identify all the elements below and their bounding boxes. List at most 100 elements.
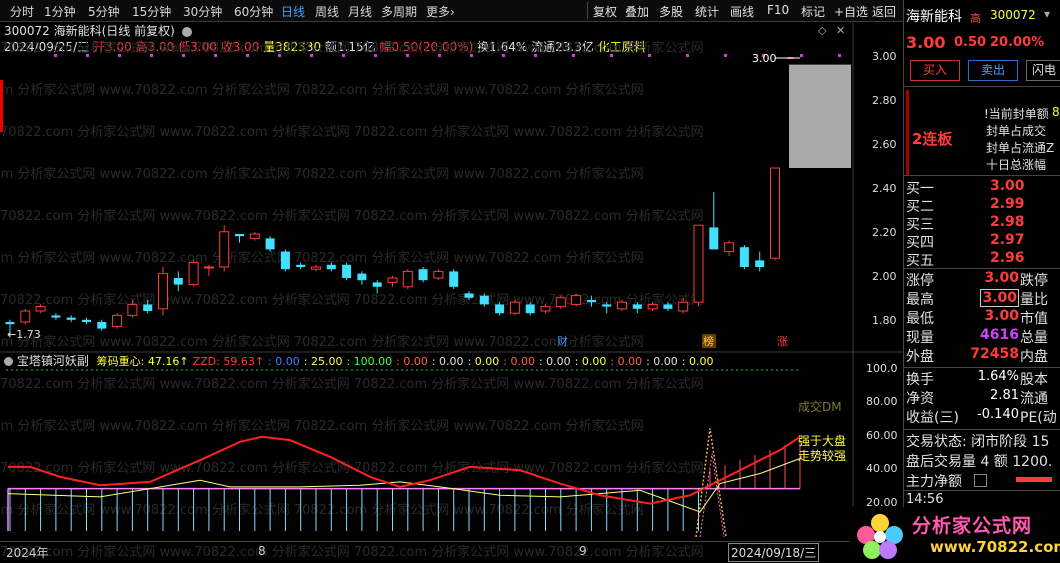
candle-body: [509, 301, 520, 314]
candle-body: [280, 251, 290, 270]
dropdown-icon[interactable]: ▾: [1044, 7, 1050, 21]
restore-rights-button[interactable]: 复权: [593, 3, 617, 20]
stat-row: 外盘 72458 内盘: [904, 346, 1060, 365]
stat2-value: 2.81: [990, 388, 1019, 403]
bid-label: 买三: [906, 217, 934, 233]
kline-chart[interactable]: 70822.com 分析家公式网 www.70822.com 分析家公式网 70…: [0, 22, 903, 562]
stock-code: 300072: [990, 8, 1036, 22]
watermark-text: 70822.com 分析家公式网 www.70822.com 分析家公式网 70…: [0, 292, 704, 308]
expand-icon[interactable]: [974, 474, 987, 487]
candle-body: [617, 301, 627, 310]
draw-button[interactable]: 画线: [730, 3, 754, 20]
marker-dot: [838, 54, 841, 57]
tick-time: 14:56: [906, 492, 944, 507]
stock-high-tag: 高: [970, 12, 981, 25]
tab-more[interactable]: 更多›: [426, 3, 455, 20]
indicator-axis-label: 80.00: [866, 395, 898, 409]
stat2-value: 1.64%: [977, 369, 1019, 384]
bid-price: 2.99: [990, 196, 1025, 212]
stat-label: 最高: [906, 292, 934, 308]
candle-body: [555, 297, 566, 308]
candle-body: [495, 304, 505, 314]
bid-row[interactable]: 买四 2.97: [904, 232, 1060, 251]
bid-row[interactable]: 买一 3.00: [904, 178, 1060, 197]
board-item-3: 封单占流通Z: [986, 141, 1055, 155]
watermark-text: 70822.com 分析家公式网 www.70822.com 分析家公式网 70…: [0, 250, 644, 266]
stat-right-label: 内盘: [1020, 349, 1048, 365]
stat-row: 最低 3.00 市值: [904, 308, 1060, 327]
marker-dot: [246, 54, 249, 57]
stat2-row: 净资 2.81 流通: [904, 388, 1060, 407]
candle-body: [20, 310, 31, 323]
marker-dot: [310, 54, 313, 57]
candle-body: [203, 266, 214, 269]
indicator-settings-icon[interactable]: [4, 357, 13, 366]
period-toolbar: 分时 1分钟 5分钟 15分钟 30分钟 60分钟 日线 周线 月线 多周期 更…: [0, 0, 1060, 22]
stat-value: 3.00: [980, 289, 1019, 307]
candle-body: [372, 282, 382, 287]
tab-timeshare[interactable]: 分时: [10, 3, 34, 20]
site-logo: 分析家公式网 www.70822.com: [850, 507, 1060, 562]
indicator-axis: 100.0 80.00 60.00 40.00 20.00: [860, 0, 900, 562]
candle-body: [265, 238, 275, 250]
time-start: 2024年: [6, 546, 49, 560]
marker-dot: [406, 54, 409, 57]
marker-dot: [534, 54, 537, 57]
marker-dot: [214, 54, 217, 57]
bid-row[interactable]: 买三 2.98: [904, 214, 1060, 233]
watermark-text: 70822.com 分析家公式网 www.70822.com 分析家公式网 70…: [0, 40, 704, 56]
bid-price: 2.98: [990, 214, 1025, 230]
candle-body: [173, 278, 183, 285]
candle-body: [449, 271, 459, 287]
mark-button[interactable]: 标记: [801, 3, 825, 20]
watermark-text: 70822.com 分析家公式网 www.70822.com 分析家公式网 70…: [0, 502, 644, 518]
board-label: 2连板: [912, 130, 953, 148]
candle-body: [311, 266, 321, 270]
candle-body: [127, 303, 138, 316]
tab-daily[interactable]: 日线: [281, 3, 305, 20]
tab-15min[interactable]: 15分钟: [132, 3, 171, 20]
more-label: 更多: [426, 5, 451, 19]
tab-weekly[interactable]: 周线: [315, 3, 339, 20]
marker-dot: [438, 54, 441, 57]
overlay-button[interactable]: 叠加: [625, 3, 649, 20]
stat2-label: 换手: [906, 372, 934, 388]
watermark-text: 70822.com 分析家公式网 www.70822.com 分析家公式网 70…: [0, 124, 704, 140]
divider: [904, 268, 1060, 269]
indicator-param: : 0.00: [503, 355, 535, 368]
stat-right-label: 量比: [1020, 292, 1048, 308]
f10-button[interactable]: F10: [767, 3, 789, 17]
tab-1min[interactable]: 1分钟: [44, 3, 76, 20]
board-val-1: 8: [1052, 105, 1060, 119]
multi-stock-button[interactable]: 多股: [659, 3, 683, 20]
stats-button[interactable]: 统计: [695, 3, 719, 20]
bid-row[interactable]: 买五 2.96: [904, 250, 1060, 269]
tab-60min[interactable]: 60分钟: [234, 3, 273, 20]
candle-body: [678, 301, 689, 312]
flash-button[interactable]: 闪电: [1026, 60, 1060, 81]
indicator-name: 宝塔镇河妖副: [16, 354, 89, 368]
divider: [904, 367, 1060, 368]
tab-multi-period[interactable]: 多周期: [381, 3, 417, 20]
tab-monthly[interactable]: 月线: [348, 3, 372, 20]
sell-button[interactable]: 卖出: [968, 60, 1018, 81]
main-net-bar: [1016, 477, 1052, 482]
candle-body: [35, 306, 46, 312]
indicator-axis-label: 60.00: [866, 428, 898, 442]
bid-label: 买五: [906, 253, 934, 269]
candle-body: [188, 262, 199, 286]
stat2-right-label: PE(动: [1020, 410, 1057, 426]
bid-row[interactable]: 买二 2.99: [904, 196, 1060, 215]
bid-price: 2.97: [990, 232, 1025, 248]
price-change: 0.50: [954, 35, 987, 50]
watermark-text: 70822.com 分析家公式网 www.70822.com 分析家公式网 70…: [0, 208, 704, 224]
buy-button[interactable]: 买入: [910, 60, 960, 81]
marker-dot: [470, 54, 473, 57]
tab-5min[interactable]: 5分钟: [88, 3, 120, 20]
tab-30min[interactable]: 30分钟: [183, 3, 222, 20]
stat-label: 最低: [906, 311, 934, 327]
current-price: 3.00: [906, 33, 946, 52]
candle-body: [82, 319, 91, 322]
candle-body: [112, 314, 123, 327]
main-net-label: 主力净额: [906, 474, 962, 490]
